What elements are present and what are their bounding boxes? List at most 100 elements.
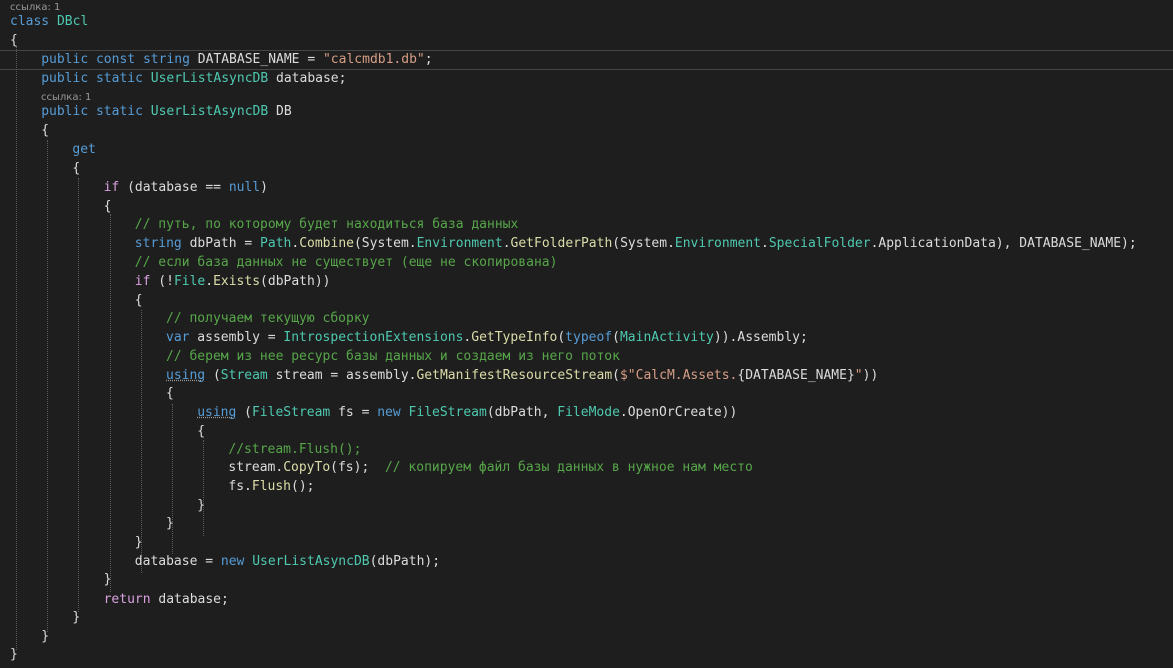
- code-line[interactable]: if (!File.Exists(dbPath)): [0, 272, 1173, 291]
- code-token: (: [612, 368, 620, 383]
- code-token: fs.: [228, 479, 252, 494]
- code-token: string: [142, 52, 190, 67]
- code-line[interactable]: public static UserListAsyncDB DB: [0, 102, 1173, 121]
- code-token: }: [134, 535, 143, 550]
- code-token: )): [862, 368, 879, 383]
- code-token: GetManifestResourceStream: [416, 368, 613, 383]
- code-token: static: [95, 104, 143, 119]
- code-token: GetFolderPath: [510, 236, 613, 251]
- code-token: (: [236, 405, 252, 420]
- code-token: "calcmdb1.db": [322, 52, 425, 67]
- code-token: UserListAsyncDB: [252, 554, 370, 569]
- code-token: Combine: [299, 236, 354, 251]
- code-line[interactable]: public const string DATABASE_NAME = "cal…: [0, 50, 1173, 69]
- code-token: ": [854, 368, 863, 383]
- code-token: .OpenOrCreate)): [619, 405, 738, 420]
- code-token: DB: [268, 104, 292, 119]
- code-token: (System.: [612, 236, 675, 251]
- code-token: {: [72, 161, 81, 176]
- code-token: FileMode: [557, 405, 620, 420]
- code-line[interactable]: get: [0, 140, 1173, 159]
- code-line[interactable]: }: [0, 627, 1173, 646]
- code-comment: // получаем текущую сборку: [166, 311, 370, 326]
- code-line[interactable]: //stream.Flush();: [0, 440, 1173, 459]
- code-line[interactable]: // путь, по которому будет находиться ба…: [0, 215, 1173, 234]
- code-token: {: [103, 199, 112, 214]
- code-comment: //stream.Flush();: [228, 442, 362, 457]
- code-token: }: [197, 498, 206, 513]
- code-token: {: [41, 123, 50, 138]
- code-line[interactable]: class DBcl: [0, 12, 1173, 31]
- code-line[interactable]: database = new UserListAsyncDB(dbPath);: [0, 552, 1173, 571]
- code-token: using: [197, 405, 237, 420]
- code-line[interactable]: public static UserListAsyncDB database;: [0, 69, 1173, 88]
- code-line[interactable]: return database;: [0, 590, 1173, 609]
- code-token: (database ==: [119, 180, 229, 195]
- code-line[interactable]: if (database == null): [0, 178, 1173, 197]
- code-token: }: [10, 647, 18, 662]
- code-token: (: [612, 330, 620, 345]
- code-token: {: [10, 33, 18, 48]
- code-line[interactable]: // получаем текущую сборку: [0, 309, 1173, 328]
- code-token: CopyTo: [283, 460, 331, 475]
- code-line[interactable]: }: [0, 570, 1173, 589]
- code-token: .: [502, 236, 511, 251]
- code-token: if: [134, 274, 151, 289]
- code-line[interactable]: {: [0, 31, 1173, 50]
- code-token: Environment: [674, 236, 761, 251]
- code-token: File: [173, 274, 206, 289]
- code-editor[interactable]: ссылка: 1 ссылка: 1 class DBcl{public con…: [0, 0, 1173, 668]
- code-line[interactable]: }: [0, 645, 1173, 664]
- code-line[interactable]: {: [0, 384, 1173, 403]
- code-token: (System.: [353, 236, 417, 251]
- code-line[interactable]: }: [0, 496, 1173, 515]
- code-token: FileStream: [408, 405, 487, 420]
- code-token: (dbPath)): [260, 274, 331, 289]
- code-token: fs =: [330, 405, 378, 420]
- code-token: (: [205, 368, 221, 383]
- code-token: {: [197, 424, 206, 439]
- code-token: .: [205, 274, 214, 289]
- code-token: $"CalcM.Assets.: [619, 368, 738, 383]
- code-line[interactable]: var assembly = IntrospectionExtensions.G…: [0, 328, 1173, 347]
- code-token: get: [72, 142, 96, 157]
- code-comment: // если база данных не существует (еще н…: [134, 255, 558, 270]
- code-token: GetTypeInfo: [471, 330, 558, 345]
- code-line[interactable]: using (FileStream fs = new FileStream(db…: [0, 403, 1173, 422]
- code-token: )).Assembly;: [713, 330, 808, 345]
- code-token: public: [41, 104, 89, 119]
- code-line[interactable]: {: [0, 197, 1173, 216]
- code-line[interactable]: string dbPath = Path.Combine(System.Envi…: [0, 234, 1173, 253]
- code-token: {: [134, 293, 143, 308]
- code-line[interactable]: // если база данных не существует (еще н…: [0, 253, 1173, 272]
- code-token: SpecialFolder: [768, 236, 871, 251]
- code-token: (dbPath);: [369, 554, 441, 569]
- code-line[interactable]: {: [0, 291, 1173, 310]
- code-token: ();: [291, 479, 315, 494]
- code-token: (dbPath,: [486, 405, 558, 420]
- code-line[interactable]: {: [0, 422, 1173, 441]
- code-line[interactable]: stream.CopyTo(fs); // копируем файл базы…: [0, 458, 1173, 477]
- code-line[interactable]: fs.Flush();: [0, 477, 1173, 496]
- code-line[interactable]: }: [0, 514, 1173, 533]
- code-line[interactable]: }: [0, 608, 1173, 627]
- code-token: }: [103, 572, 112, 587]
- code-line[interactable]: // берем из нее ресурс базы данных и соз…: [0, 347, 1173, 366]
- code-line[interactable]: using (Stream stream = assembly.GetManif…: [0, 366, 1173, 385]
- code-token: {DATABASE_NAME}: [737, 368, 855, 383]
- code-line[interactable]: {: [0, 121, 1173, 140]
- code-token: static: [95, 71, 143, 86]
- code-line[interactable]: {: [0, 159, 1173, 178]
- code-token: .: [291, 236, 300, 251]
- code-token: public: [41, 52, 89, 67]
- code-token: Flush: [251, 479, 292, 494]
- code-token: new: [377, 405, 401, 420]
- code-line[interactable]: }: [0, 533, 1173, 552]
- code-token: database;: [268, 71, 347, 86]
- code-token: (!: [150, 274, 174, 289]
- code-token: const: [95, 52, 136, 67]
